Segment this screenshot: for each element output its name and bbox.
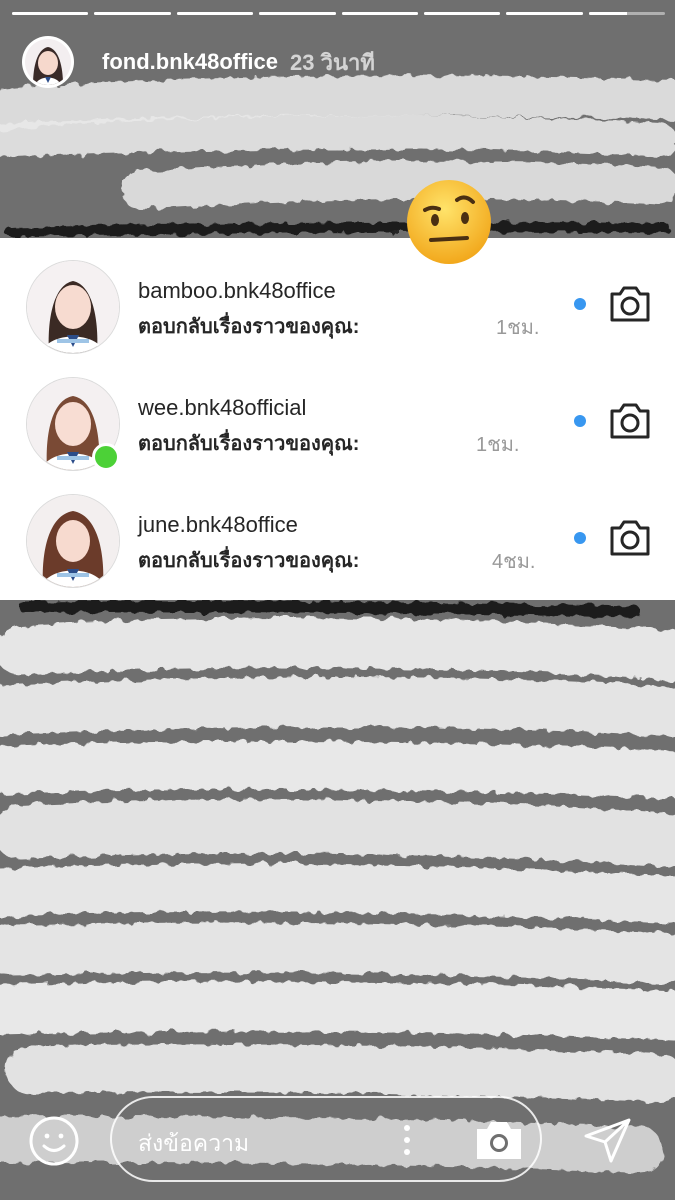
camera-icon[interactable]	[608, 401, 652, 441]
camera-icon[interactable]	[608, 518, 652, 558]
reply-row[interactable]: bamboo.bnk48office ตอบกลับเรื่องราวของคุ…	[0, 238, 675, 355]
reply-subtitle: ตอบกลับเรื่องราวของคุณ:	[138, 433, 360, 455]
progress-segment	[259, 12, 336, 15]
story-username[interactable]: fond.bnk48office	[102, 49, 278, 75]
send-icon[interactable]	[583, 1116, 633, 1164]
reply-row[interactable]: june.bnk48office ตอบกลับเรื่องราวของคุณ:…	[0, 472, 675, 589]
emoji-face-icon[interactable]	[28, 1115, 80, 1167]
story-progress-bar	[12, 12, 665, 16]
camera-icon[interactable]	[474, 1118, 524, 1162]
progress-segment	[94, 12, 171, 15]
progress-segment	[341, 12, 418, 15]
reply-time: 1ชม.	[476, 434, 520, 456]
story-timestamp: 23 วินาที	[290, 49, 375, 75]
story-header[interactable]: fond.bnk48office 23 วินาที	[22, 34, 375, 90]
reply-username[interactable]: june.bnk48office	[138, 512, 298, 538]
progress-segment	[176, 12, 254, 15]
raised-eyebrow-emoji-sticker	[407, 180, 491, 264]
reply-time: 1ชม.	[496, 317, 540, 339]
message-input-placeholder: ส่งข้อความ	[138, 1130, 250, 1156]
reply-username[interactable]: wee.bnk48official	[138, 395, 306, 421]
unread-dot	[574, 532, 586, 544]
story-author-avatar[interactable]	[22, 36, 74, 88]
unread-dot	[574, 415, 586, 427]
avatar-photo	[25, 39, 71, 85]
story-replies-card: bamboo.bnk48office ตอบกลับเรื่องราวของคุ…	[0, 238, 675, 600]
progress-segment	[506, 12, 583, 15]
more-vertical-icon[interactable]	[403, 1124, 411, 1156]
reply-time: 4ชม.	[492, 551, 536, 573]
camera-icon[interactable]	[608, 284, 652, 324]
avatar[interactable]	[26, 260, 120, 354]
reply-row[interactable]: wee.bnk48official ตอบกลับเรื่องราวของคุณ…	[0, 355, 675, 472]
reply-username[interactable]: bamboo.bnk48office	[138, 278, 336, 304]
reply-subtitle: ตอบกลับเรื่องราวของคุณ:	[138, 316, 360, 338]
scribble-overlay	[0, 75, 675, 1173]
online-status-dot	[92, 443, 120, 471]
avatar[interactable]	[26, 494, 120, 588]
unread-dot	[574, 298, 586, 310]
progress-segment-current	[588, 12, 665, 15]
progress-segment	[12, 12, 89, 15]
progress-segment	[423, 12, 501, 15]
reply-subtitle: ตอบกลับเรื่องราวของคุณ:	[138, 550, 360, 572]
